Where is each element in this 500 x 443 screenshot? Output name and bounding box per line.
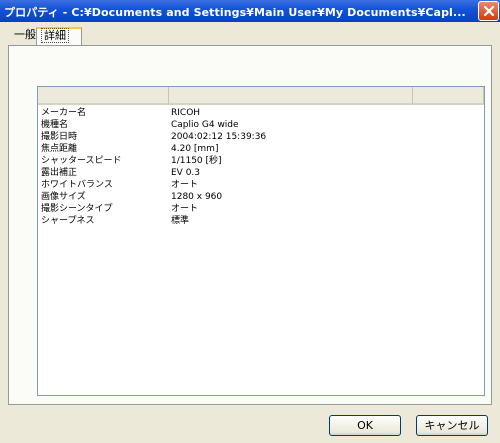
- property-value: EV 0.3: [171, 168, 201, 178]
- property-name: メーカー名: [41, 108, 87, 118]
- property-value: 1280 x 960: [171, 192, 223, 202]
- property-name: ホワイトバランス: [41, 180, 113, 190]
- column-header-extra[interactable]: [413, 87, 484, 105]
- list-item[interactable]: メーカー名 RICOH: [41, 107, 481, 119]
- list-header: [38, 87, 484, 105]
- property-value: Caplio G4 wide: [171, 120, 239, 130]
- column-header-value[interactable]: [169, 87, 413, 105]
- property-value: 標準: [171, 216, 190, 226]
- tab-general[interactable]: 一般: [10, 27, 36, 45]
- property-name: 画像サイズ: [41, 192, 86, 202]
- close-button[interactable]: [478, 1, 499, 21]
- list-item[interactable]: シャッタースピード 1/1150 [秒]: [41, 155, 481, 167]
- property-name: 機種名: [41, 120, 69, 130]
- column-header-name[interactable]: [38, 87, 169, 105]
- properties-list[interactable]: メーカー名 RICOH 機種名 Caplio G4 wide 撮影日時 2004:02:1…: [37, 86, 485, 396]
- property-name: 撮影日時: [41, 132, 78, 142]
- property-name: 焦点距離: [41, 144, 78, 154]
- property-name: 撮影シーンタイプ: [41, 204, 113, 214]
- list-item[interactable]: 機種名 Caplio G4 wide: [41, 119, 481, 131]
- list-item[interactable]: シャープネス 標準: [41, 215, 481, 227]
- tab-details-label: 詳細: [41, 28, 69, 43]
- list-body: メーカー名 RICOH 機種名 Caplio G4 wide 撮影日時 2004:02:1…: [41, 107, 481, 227]
- cancel-button[interactable]: キャンセル: [416, 415, 488, 436]
- property-value: 1/1150 [秒]: [171, 156, 222, 166]
- list-item[interactable]: 撮影日時 2004:02:12 15:39:36: [41, 131, 481, 143]
- details-panel: メーカー名 RICOH 機種名 Caplio G4 wide 撮影日時 2004:02:1…: [8, 45, 492, 405]
- property-value: オート: [171, 180, 199, 190]
- list-item[interactable]: 撮影シーンタイプ オート: [41, 203, 481, 215]
- list-item[interactable]: 焦点距離 4.20 [mm]: [41, 143, 481, 155]
- list-item[interactable]: ホワイトバランス オート: [41, 179, 481, 191]
- property-value: 4.20 [mm]: [171, 144, 219, 154]
- property-value: オート: [171, 204, 199, 214]
- property-name: シャープネス: [41, 216, 95, 226]
- property-value: RICOH: [171, 108, 201, 118]
- close-icon: [483, 5, 495, 17]
- title-bar[interactable]: プロパティ - C:¥Documents and Settings¥Main U…: [0, 0, 500, 22]
- property-name: シャッタースピード: [41, 156, 122, 166]
- window-title: プロパティ - C:¥Documents and Settings¥Main U…: [4, 6, 466, 19]
- list-item[interactable]: 画像サイズ 1280 x 960: [41, 191, 481, 203]
- property-value: 2004:02:12 15:39:36: [171, 132, 267, 142]
- properties-dialog: プロパティ - C:¥Documents and Settings¥Main U…: [0, 0, 500, 443]
- list-item[interactable]: 露出補正 EV 0.3: [41, 167, 481, 179]
- ok-button[interactable]: OK: [329, 415, 401, 436]
- property-name: 露出補正: [41, 168, 78, 178]
- tab-details[interactable]: 詳細: [36, 27, 82, 45]
